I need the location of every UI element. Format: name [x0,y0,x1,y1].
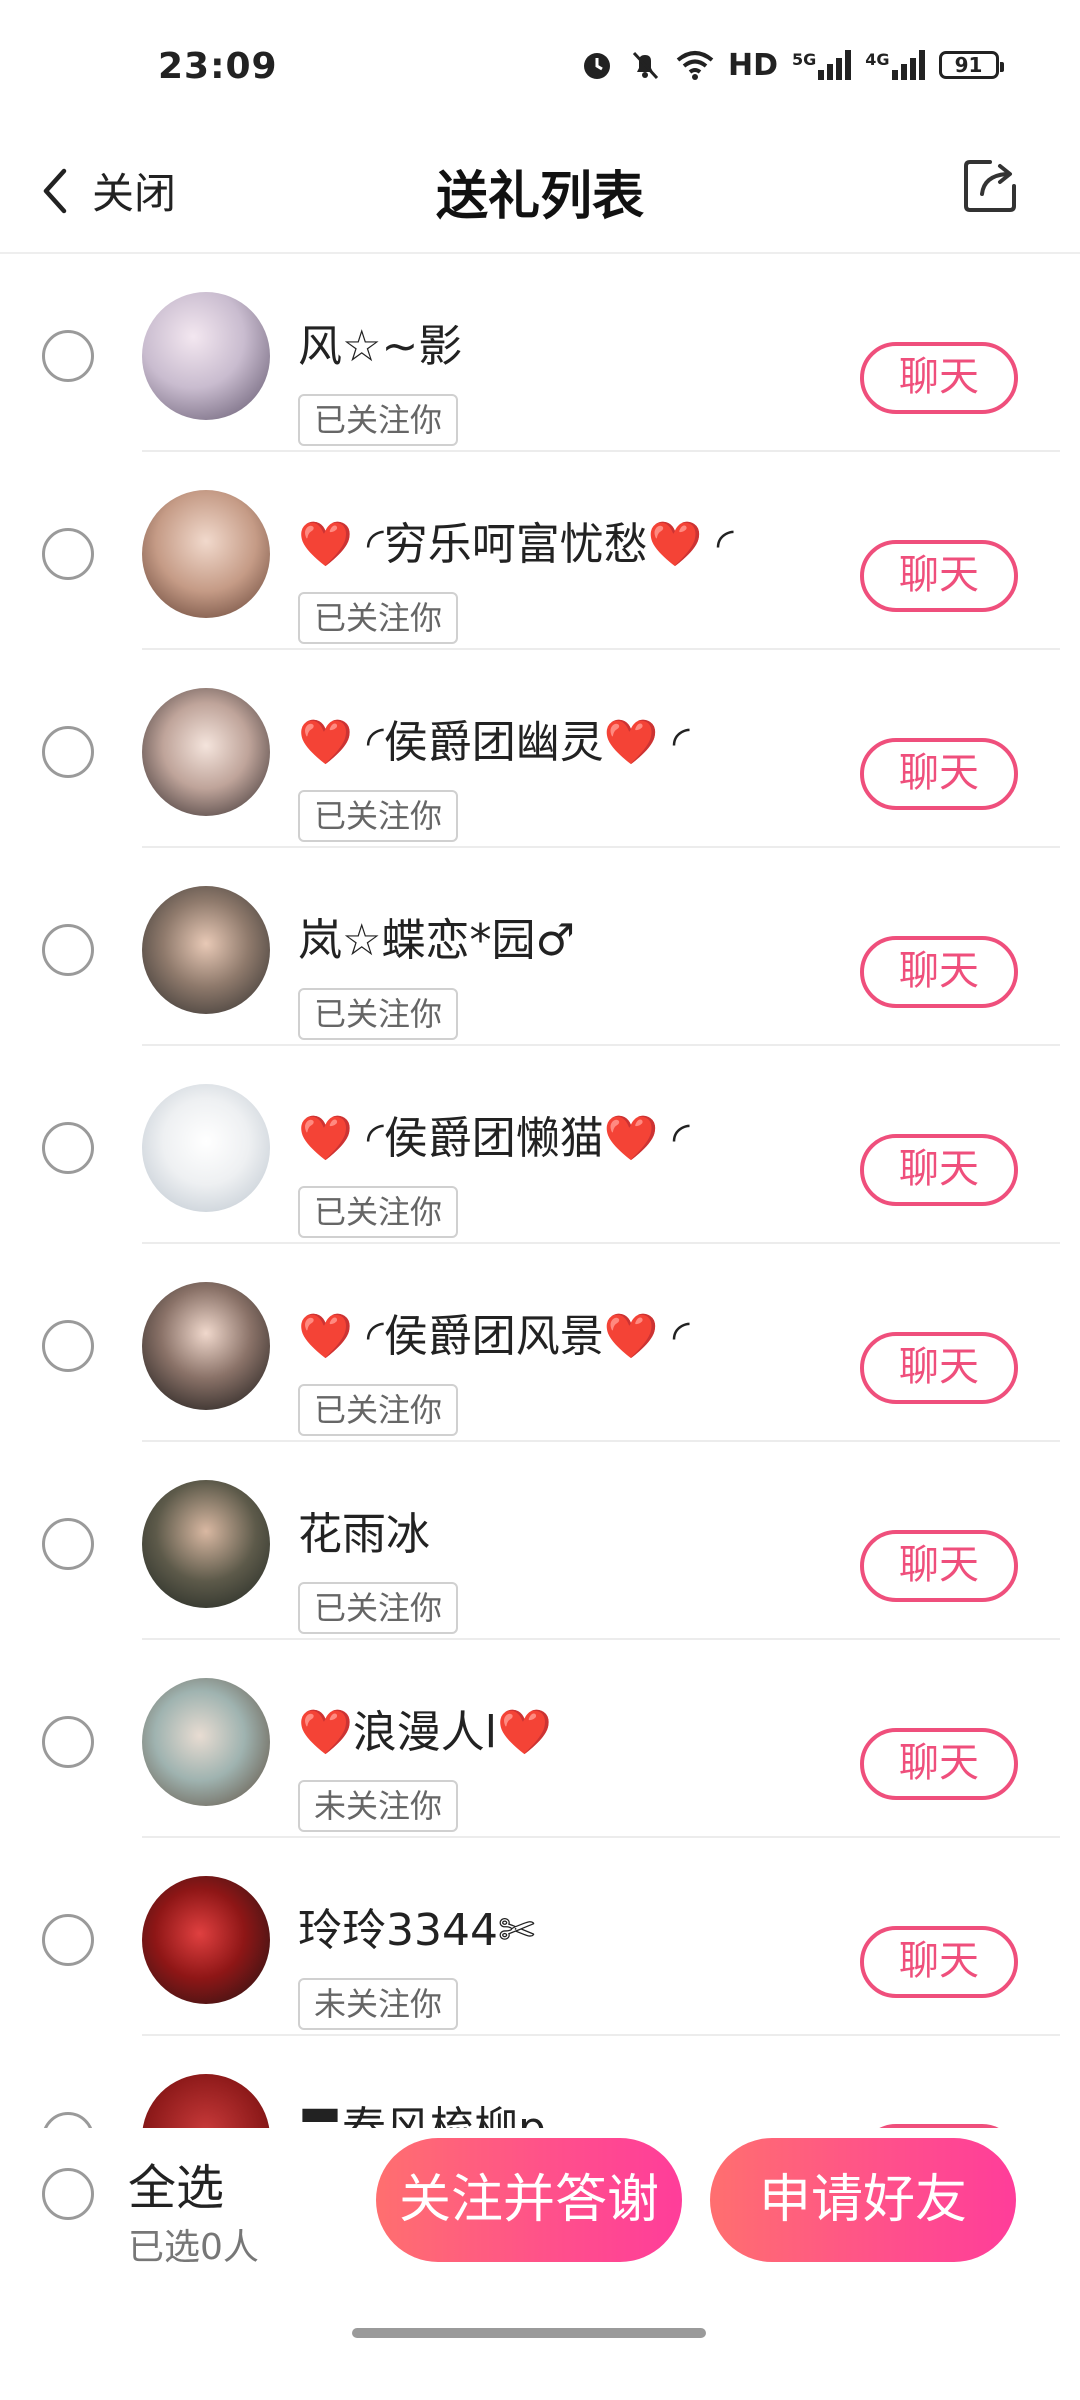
select-radio[interactable] [42,1518,94,1570]
alarm-icon [584,53,610,79]
follow-status-badge: 已关注你 [298,988,459,1040]
chat-button[interactable]: 聊天 [860,1926,1018,1998]
user-name: 风☆~影 [298,321,463,372]
select-radio[interactable] [42,1122,94,1174]
bottom-action-bar: 全选 已选0人 关注并答谢 申请好友 [0,2128,1080,2400]
list-item[interactable]: 岚☆蝶恋*园♂ 已关注你 聊天 [0,848,1080,1046]
follow-status-badge: 已关注你 [298,1582,459,1634]
follow-status-badge: 未关注你 [298,1780,459,1832]
list-item[interactable]: 玲玲3344✄ 未关注你 聊天 [0,1838,1080,2036]
user-name: 花雨冰 [298,1509,430,1560]
avatar[interactable] [142,1678,270,1806]
status-icons: HD 5G 4G 91 [580,44,1004,86]
page-title: 送礼列表 [435,167,644,227]
follow-status-badge: 已关注你 [298,394,459,446]
list-item[interactable]: ❤️ ◜穷乐呵富忧愁❤️ ◜ 已关注你 聊天 [0,452,1080,650]
chat-button[interactable]: 聊天 [860,1530,1018,1602]
select-radio[interactable] [42,2112,94,2128]
avatar[interactable] [142,1282,270,1410]
avatar[interactable] [142,688,270,816]
avatar[interactable] [142,292,270,420]
select-all-radio[interactable] [42,2168,94,2220]
signal-4g: 4G [865,50,925,80]
follow-status-badge: 已关注你 [298,1186,459,1238]
chat-button[interactable]: 聊天 [860,1728,1018,1800]
list-item[interactable]: 花雨冰 已关注你 聊天 [0,1442,1080,1640]
avatar[interactable] [142,1084,270,1212]
net-label-4g: 4G [865,50,890,69]
user-name: ❤️ ◜侯爵团风景❤️ ◜ [298,1311,690,1362]
chat-button[interactable]: 聊天 [860,342,1018,414]
select-radio[interactable] [42,330,94,382]
signal-bars-icon [818,50,852,80]
follow-status-badge: 未关注你 [298,1978,459,2030]
avatar[interactable] [142,490,270,618]
user-name: ❤️ ◜侯爵团懒猫❤️ ◜ [298,1113,690,1164]
home-indicator[interactable] [352,2328,706,2338]
status-bar: 23:09 HD 5G 4G 91 [0,0,1080,120]
battery-level: 91 [954,53,983,77]
chat-button[interactable]: 聊天 [860,540,1018,612]
wifi-icon [676,51,714,80]
select-radio[interactable] [42,924,94,976]
chat-button[interactable]: 聊天 [860,738,1018,810]
net-label-5g: 5G [792,50,817,69]
follow-status-badge: 已关注你 [298,1384,459,1436]
follow-status-badge: 已关注你 [298,790,459,842]
follow-status-badge: 已关注你 [298,592,459,644]
select-radio[interactable] [42,1914,94,1966]
user-name: ❤️ ◜侯爵团幽灵❤️ ◜ [298,717,690,768]
mute-bell-icon [632,51,659,80]
user-name: 玲玲3344✄ [298,1905,535,1956]
user-name: 岚☆蝶恋*园♂ [298,915,575,966]
select-radio[interactable] [42,1716,94,1768]
friend-request-button[interactable]: 申请好友 [710,2138,1016,2262]
user-name: ❤️浪漫人l❤️ [298,1707,552,1758]
signal-bars-icon [891,50,925,80]
select-radio[interactable] [42,726,94,778]
nav-header: 关闭 送礼列表 [0,120,1080,254]
hd-label: HD [728,47,779,83]
follow-and-thank-button[interactable]: 关注并答谢 [376,2138,682,2262]
select-all-label[interactable]: 全选 [128,2148,224,2218]
chat-button[interactable]: 聊天 [860,1134,1018,1206]
select-radio[interactable] [42,1320,94,1372]
chat-button[interactable]: 聊天 [860,1332,1018,1404]
chat-button[interactable]: 聊天 [860,936,1018,1008]
battery-icon: 91 [938,51,1004,79]
select-radio[interactable] [42,528,94,580]
list-item[interactable]: ❤️ ◜侯爵团风景❤️ ◜ 已关注你 聊天 [0,1244,1080,1442]
avatar[interactable] [142,1876,270,2004]
user-name: 〓春风梳柳p [298,2092,546,2128]
list-item[interactable]: ❤️ ◜侯爵团懒猫❤️ ◜ 已关注你 聊天 [0,1046,1080,1244]
signal-5g: 5G [792,50,852,80]
share-icon[interactable] [960,154,1022,216]
avatar[interactable] [142,1480,270,1608]
list-item[interactable]: ❤️ ◜侯爵团幽灵❤️ ◜ 已关注你 聊天 [0,650,1080,848]
avatar[interactable] [142,2074,270,2128]
user-name: ❤️ ◜穷乐呵富忧愁❤️ ◜ [298,519,734,570]
status-time: 23:09 [158,46,278,87]
selected-count: 已选0人 [128,2227,259,2268]
avatar[interactable] [142,886,270,1014]
list-item[interactable]: 〓春风梳柳p 聊天 [0,2036,1080,2128]
list-item[interactable]: ❤️浪漫人l❤️ 未关注你 聊天 [0,1640,1080,1838]
gift-list: 风☆~影 已关注你 聊天 ❤️ ◜穷乐呵富忧愁❤️ ◜ 已关注你 聊天 ❤️ ◜… [0,254,1080,2128]
list-item[interactable]: 风☆~影 已关注你 聊天 [0,254,1080,452]
